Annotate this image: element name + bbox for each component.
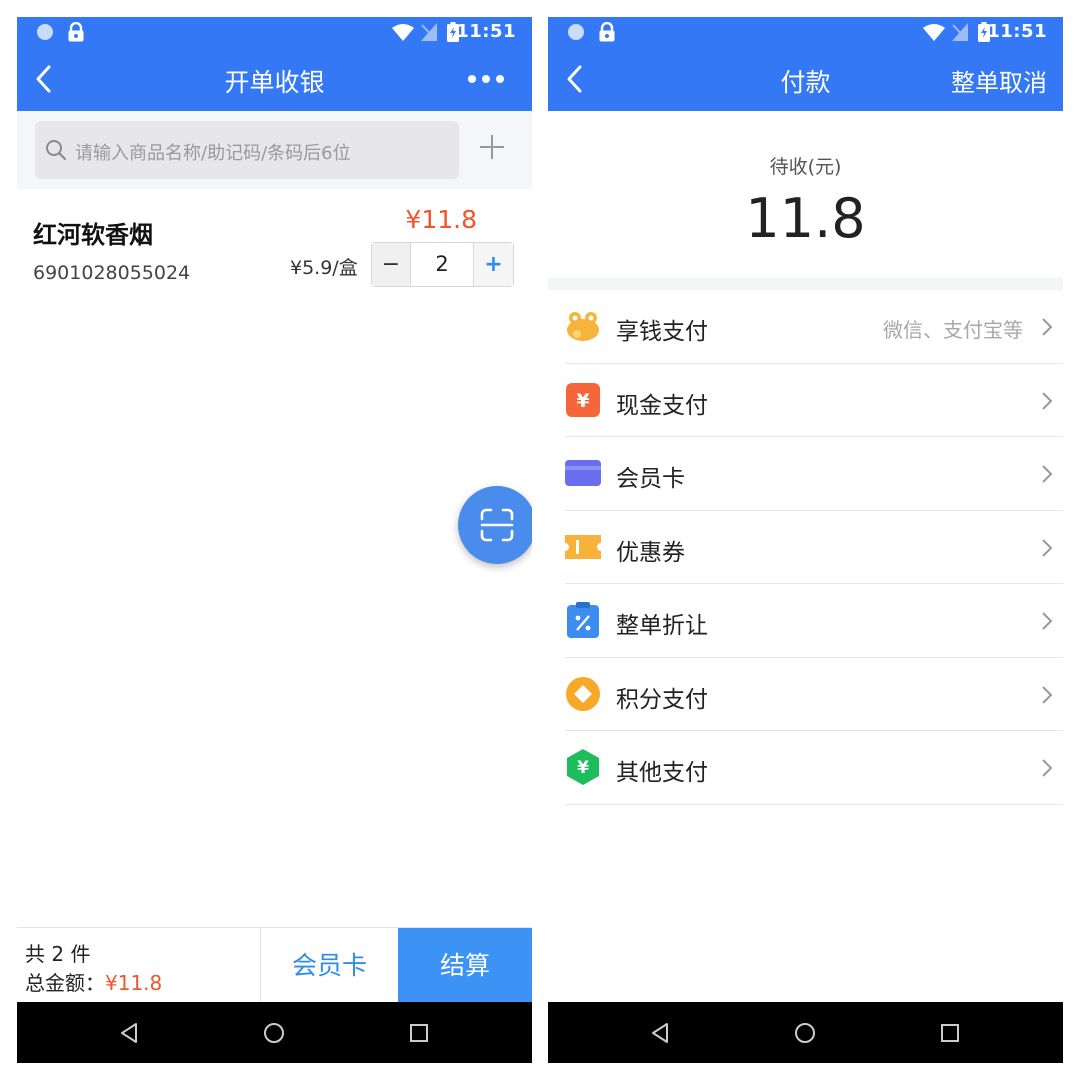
scan-icon [480,508,514,542]
checkout-screen: 11:51 开单收银 请输入商品名称/助记码/条码后6位 红河软香烟 ¥11.8… [17,17,532,1063]
nav-bar: 开单收银 [17,47,532,111]
quantity-stepper: − 2 + [371,242,514,287]
system-nav-bar [17,1002,532,1063]
coupon-icon [565,534,601,559]
wifi-icon [923,24,945,41]
frog-coin-icon [567,312,599,341]
status-bar: 11:51 [548,17,1063,47]
search-icon [46,140,67,161]
payment-method-label: 整单折让 [616,613,708,639]
system-nav-bar [548,1002,1063,1063]
wifi-icon [392,24,414,41]
member-card-icon [565,460,601,486]
chevron-right-icon [1042,465,1053,483]
chevron-right-icon [1042,685,1053,704]
system-back-icon[interactable] [118,1022,140,1044]
chevron-right-icon [1042,318,1053,336]
points-coin-icon [566,676,600,711]
search-input[interactable]: 请输入商品名称/助记码/条码后6位 [35,121,459,179]
no-signal-icon [421,23,437,41]
system-home-icon[interactable] [794,1022,816,1044]
cash-yen-icon: ¥ [566,382,600,417]
decrease-quantity-button[interactable]: − [372,243,410,286]
payment-method-list: 享钱支付 微信、支付宝等 ¥ 现金支付 会员卡 优惠券 整单折让 积分支付 ¥ … [565,290,1063,805]
notification-dot-icon [568,24,584,40]
lock-icon [68,22,84,42]
payment-method-hint: 微信、支付宝等 [883,318,1023,342]
payment-method-row[interactable]: 优惠券 [565,511,1063,584]
system-home-icon[interactable] [263,1022,285,1044]
payment-method-row[interactable]: 会员卡 [565,437,1063,511]
member-card-button[interactable]: 会员卡 [260,928,398,1003]
payment-method-row[interactable]: 积分支付 [565,658,1063,731]
chevron-right-icon [1042,759,1053,777]
notification-dot-icon [37,24,53,40]
svg-text:¥: ¥ [577,758,589,778]
chevron-right-icon [1042,612,1053,630]
checkout-footer: 共 2 件 总金额：¥11.8 会员卡 结算 [17,927,532,1003]
increase-quantity-button[interactable]: + [474,243,513,286]
lock-icon [599,22,615,42]
quantity-value[interactable]: 2 [410,243,474,286]
payment-screen: 11:51 付款 整单取消 待收(元) 11.8 享钱支付 微信、支付宝等 ¥ … [548,17,1063,1063]
clock: 11:51 [456,21,516,42]
svg-text:¥: ¥ [576,390,589,412]
no-signal-icon [952,23,968,41]
chevron-right-icon [1042,391,1053,410]
total-amount-row: 总金额：¥11.8 [25,967,162,996]
system-recents-icon[interactable] [408,1022,430,1044]
item-line-total: ¥11.8 [405,205,477,234]
item-unit-price: ¥5.9/盒 [290,257,358,279]
add-item-plus-icon[interactable] [478,133,506,161]
total-label: 总金额： [25,971,105,995]
payment-method-row[interactable]: 享钱支付 微信、支付宝等 [565,290,1063,364]
payment-method-row[interactable]: ¥ 其他支付 [565,731,1063,805]
other-pay-hexagon-icon: ¥ [567,749,599,785]
status-bar: 11:51 [17,17,532,47]
payment-method-label: 会员卡 [616,466,685,492]
amount-due-value: 11.8 [745,187,866,250]
item-barcode: 6901028055024 [33,262,191,284]
item-name: 红河软香烟 [33,221,153,249]
section-divider [548,278,1063,290]
payment-method-label: 现金支付 [616,392,708,419]
cancel-order-button[interactable]: 整单取消 [951,63,1047,98]
checkout-button[interactable]: 结算 [398,928,532,1003]
payment-method-label: 享钱支付 [616,319,708,345]
item-count: 共 2 件 [25,942,91,966]
payment-method-row[interactable]: 整单折让 [565,584,1063,658]
scan-button[interactable] [458,486,532,564]
discount-clipboard-icon [567,602,599,638]
nav-bar: 付款 整单取消 [548,47,1063,111]
clock: 11:51 [987,21,1047,42]
system-back-icon[interactable] [649,1022,671,1044]
chevron-right-icon [1042,538,1053,557]
amount-due-label: 待收(元) [769,156,842,178]
payment-method-label: 其他支付 [616,760,708,786]
system-recents-icon[interactable] [939,1022,961,1044]
payment-method-label: 优惠券 [616,539,685,566]
search-bar: 请输入商品名称/助记码/条码后6位 [17,111,532,189]
payment-method-row[interactable]: ¥ 现金支付 [565,364,1063,437]
search-placeholder: 请输入商品名称/助记码/条码后6位 [75,143,351,164]
more-options-icon[interactable] [468,75,504,83]
total-amount: ¥11.8 [105,971,163,995]
payment-method-label: 积分支付 [616,686,708,713]
page-title: 开单收银 [224,68,325,97]
